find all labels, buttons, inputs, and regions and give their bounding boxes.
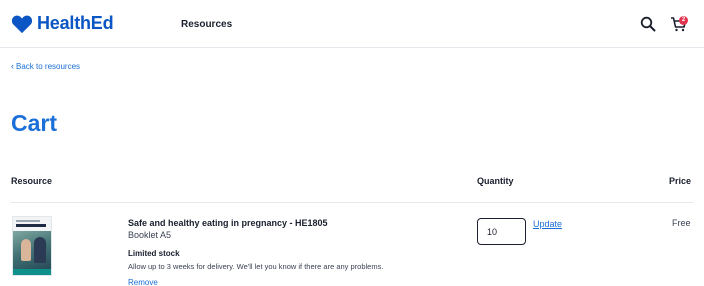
healthed-logo[interactable]: HealthEd <box>11 13 114 34</box>
heart-logo-icon <box>11 15 33 33</box>
nav-resources-link[interactable]: Resources <box>181 19 232 30</box>
update-quantity-link[interactable]: Update <box>533 219 562 229</box>
column-header-resource: Resource <box>11 176 53 186</box>
table-divider <box>11 202 693 203</box>
page-title: Cart <box>11 110 58 136</box>
column-header-quantity: Quantity <box>477 176 514 186</box>
site-header: HealthEd Resources 2 <box>0 0 704 48</box>
back-link-label: Back to resources <box>16 61 81 71</box>
quantity-input[interactable] <box>477 218 526 245</box>
item-title: Safe and healthy eating in pregnancy - H… <box>128 218 328 228</box>
search-icon <box>640 16 656 32</box>
stock-status-label: Limited stock <box>128 249 180 258</box>
cart-count-badge: 2 <box>679 16 688 25</box>
item-format: Booklet A5 <box>128 230 172 240</box>
chevron-left-icon: ‹ <box>11 61 14 71</box>
back-to-resources-link[interactable]: ‹ Back to resources <box>11 61 80 71</box>
search-button[interactable] <box>640 16 656 32</box>
column-header-price: Price <box>669 176 692 186</box>
resource-thumbnail <box>12 216 52 276</box>
brand-name: HealthEd <box>37 13 114 33</box>
item-price: Free <box>672 218 691 228</box>
stock-delivery-note: Allow up to 3 weeks for delivery. We'll … <box>128 262 384 271</box>
remove-item-link[interactable]: Remove <box>128 278 158 286</box>
